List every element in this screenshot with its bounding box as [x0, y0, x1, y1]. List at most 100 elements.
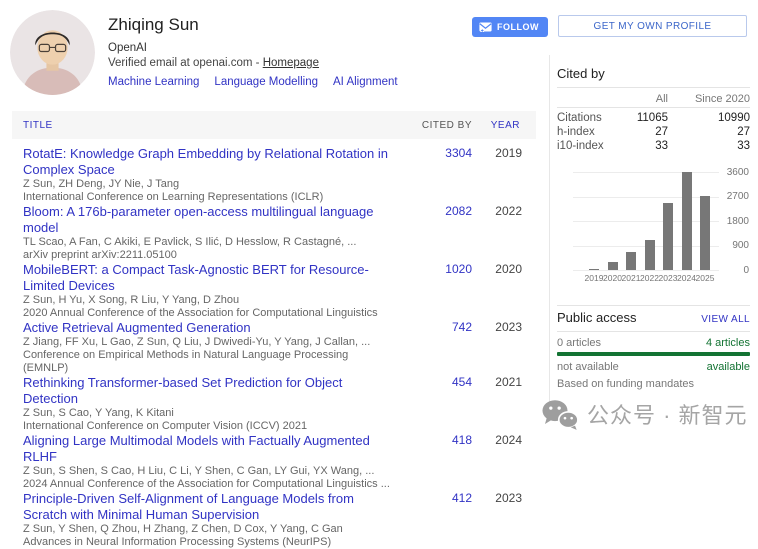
- cited-by-count-link[interactable]: 3304: [402, 146, 472, 204]
- publication-title-link[interactable]: Principle-Driven Self-Alignment of Langu…: [23, 491, 394, 523]
- stat-since: 27: [668, 126, 750, 139]
- publication-title-link[interactable]: MobileBERT: a Compact Task-Agnostic BERT…: [23, 262, 394, 294]
- chart-bar-2020[interactable]: [608, 262, 618, 270]
- publication-title-link[interactable]: Aligning Large Multimodal Models with Fa…: [23, 433, 394, 465]
- chart-gridline: [573, 172, 719, 173]
- divider: [557, 87, 750, 88]
- sort-by-year-header[interactable]: YEAR: [472, 120, 536, 131]
- watermark: 公众号 · 新智元: [540, 397, 758, 431]
- table-row: MobileBERT: a Compact Task-Agnostic BERT…: [12, 262, 536, 320]
- chart-ytick-label: 1800: [719, 216, 749, 227]
- chart-bar-2024[interactable]: [682, 172, 692, 270]
- citations-chart: 0900180027003600201920202021202220232024…: [557, 170, 750, 282]
- not-available-count: 0 articles: [557, 337, 601, 349]
- funding-mandates-note: Based on funding mandates: [557, 378, 750, 390]
- interest-tags: Machine Learning Language Modelling AI A…: [108, 76, 398, 88]
- publication-venue: 2024 Annual Conference of the Associatio…: [23, 478, 394, 491]
- publications-table: TITLE CITED BY YEAR RotatE: Knowledge Gr…: [12, 111, 536, 549]
- public-access-counts: 0 articles 4 articles: [557, 337, 750, 349]
- homepage-link[interactable]: Homepage: [263, 57, 319, 69]
- cited-by-count-link[interactable]: 418: [402, 433, 472, 491]
- follow-button-label: FOLLOW: [497, 22, 539, 32]
- chart-ytick-label: 900: [719, 240, 749, 251]
- cited-by-count-link[interactable]: 1020: [402, 262, 472, 320]
- publication-authors: Z Sun, H Yu, X Song, R Liu, Y Yang, D Zh…: [23, 294, 394, 307]
- interest-tag-language-modelling[interactable]: Language Modelling: [214, 76, 318, 88]
- publication-authors: Z Jiang, FF Xu, L Gao, Z Sun, Q Liu, J D…: [23, 336, 394, 349]
- table-row: Rethinking Transformer-based Set Predict…: [12, 375, 536, 433]
- avatar: [10, 10, 95, 95]
- publication-title-link[interactable]: Active Retrieval Augmented Generation: [23, 320, 394, 336]
- profile-affiliation: OpenAI: [108, 41, 398, 56]
- available-label: available: [707, 361, 750, 373]
- publication-venue: International Conference on Computer Vis…: [23, 420, 394, 433]
- table-row: Principle-Driven Self-Alignment of Langu…: [12, 491, 536, 549]
- public-access-title: Public access: [557, 310, 636, 325]
- follow-button[interactable]: FOLLOW: [472, 17, 548, 37]
- stat-since: 33: [668, 140, 750, 153]
- chart-bar-2019[interactable]: [589, 269, 599, 270]
- verified-email: Verified email at openai.com - Homepage: [108, 56, 398, 71]
- chart-ytick-label: 2700: [719, 191, 749, 202]
- divider: [557, 331, 750, 332]
- table-row: Bloom: A 176b-parameter open-access mult…: [12, 204, 536, 262]
- column-since-2020: Since 2020: [668, 93, 750, 105]
- watermark-text: 公众号 · 新智元: [587, 398, 748, 430]
- cited-by-count-link[interactable]: 454: [402, 375, 472, 433]
- chart-bar-2022[interactable]: [645, 240, 655, 270]
- publication-title-link[interactable]: Bloom: A 176b-parameter open-access mult…: [23, 204, 394, 236]
- stat-row-i10-index: i10-index 33 33: [557, 140, 750, 153]
- publication-venue: Advances in Neural Information Processin…: [23, 536, 394, 549]
- divider: [557, 305, 750, 306]
- citation-stats: Citations 11065 10990 h-index 27 27 i10-…: [557, 112, 750, 154]
- stat-all: 33: [612, 140, 668, 153]
- stat-since: 10990: [668, 112, 750, 125]
- profile-header: Zhiqing Sun OpenAI Verified email at ope…: [108, 14, 398, 88]
- publication-year: 2020: [472, 262, 536, 320]
- publication-year: 2023: [472, 491, 536, 549]
- avatar-photo-illustration: [10, 10, 95, 95]
- publication-year: 2022: [472, 204, 536, 262]
- table-row: Active Retrieval Augmented Generation Z …: [12, 320, 536, 375]
- publication-venue: International Conference on Learning Rep…: [23, 191, 394, 204]
- publication-year: 2019: [472, 146, 536, 204]
- chart-gridline: [573, 221, 719, 222]
- verified-email-text: Verified email at openai.com -: [108, 57, 263, 69]
- chart-gridline: [573, 197, 719, 198]
- publication-venue: 2020 Annual Conference of the Associatio…: [23, 307, 394, 320]
- stat-label[interactable]: i10-index: [557, 140, 612, 153]
- view-all-link[interactable]: VIEW ALL: [701, 314, 750, 325]
- stat-label[interactable]: h-index: [557, 126, 612, 139]
- publication-year: 2024: [472, 433, 536, 491]
- stat-label[interactable]: Citations: [557, 112, 612, 125]
- cited-by-count-link[interactable]: 2082: [402, 204, 472, 262]
- table-row: RotatE: Knowledge Graph Embedding by Rel…: [12, 146, 536, 204]
- envelope-plus-icon: [479, 22, 492, 32]
- cited-by-count-link[interactable]: 742: [402, 320, 472, 375]
- chart-bar-2025[interactable]: [700, 196, 710, 270]
- profile-name: Zhiqing Sun: [108, 14, 398, 36]
- cited-by-count-link[interactable]: 412: [402, 491, 472, 549]
- stat-row-h-index: h-index 27 27: [557, 126, 750, 139]
- divider: [557, 107, 750, 108]
- column-all: All: [612, 93, 668, 105]
- publication-authors: Z Sun, Y Shen, Q Zhou, H Zhang, Z Chen, …: [23, 523, 394, 536]
- wechat-icon: [540, 397, 580, 431]
- publications-rows: RotatE: Knowledge Graph Embedding by Rel…: [12, 146, 536, 549]
- interest-tag-machine-learning[interactable]: Machine Learning: [108, 76, 199, 88]
- column-divider: [549, 55, 550, 402]
- chart-bar-2023[interactable]: [663, 203, 673, 270]
- publication-authors: TL Scao, A Fan, C Akiki, E Pavlick, S Il…: [23, 236, 394, 249]
- publication-authors: Z Sun, ZH Deng, JY Nie, J Tang: [23, 178, 394, 191]
- publication-year: 2021: [472, 375, 536, 433]
- stat-all: 27: [612, 126, 668, 139]
- publication-title-link[interactable]: Rethinking Transformer-based Set Predict…: [23, 375, 394, 407]
- public-access-labels: not available available: [557, 361, 750, 373]
- sort-by-title-header[interactable]: TITLE: [12, 120, 402, 131]
- chart-bar-2021[interactable]: [626, 252, 636, 270]
- cited-by-section-title[interactable]: Cited by: [557, 66, 750, 81]
- interest-tag-ai-alignment[interactable]: AI Alignment: [333, 76, 398, 88]
- public-access-header: Public access VIEW ALL: [557, 310, 750, 325]
- publication-title-link[interactable]: RotatE: Knowledge Graph Embedding by Rel…: [23, 146, 394, 178]
- available-count[interactable]: 4 articles: [706, 337, 750, 349]
